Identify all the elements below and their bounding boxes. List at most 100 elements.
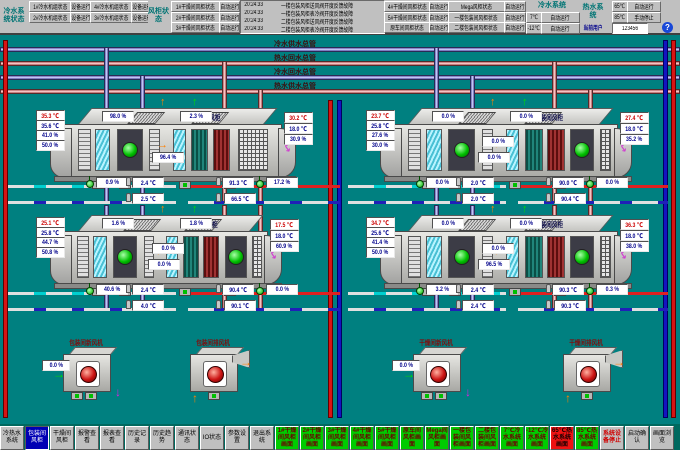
fan-unit-body [63, 354, 111, 392]
ahu-mid-value: 0.0 % [148, 259, 180, 270]
hw-run [188, 292, 340, 295]
toolbar-button-25[interactable]: 系统设备停止 [600, 426, 624, 450]
fresh-air-in-arrow-icon: → [53, 368, 65, 380]
ahu-right-value: 18.0 ℃ [620, 123, 649, 134]
ahu-mid-value: 0.0 % [478, 152, 510, 163]
fan-status-name: 1#干燥间风柜状态 [171, 1, 220, 12]
ahu-run-button[interactable]: 自动运行 [429, 1, 449, 12]
ahu-body[interactable]: ↩ [394, 124, 618, 178]
chiller-status-name: 1#冷水机组状态 [29, 1, 71, 12]
riser-pipe [337, 100, 342, 418]
fan-running-indicator [117, 249, 133, 265]
toolbar-button-19[interactable]: 一楼包装间风柜画面 [450, 426, 474, 450]
fan-running-indicator [122, 142, 138, 158]
chw-value: 2.0 ℃ [462, 177, 494, 188]
ahu-section-louver [408, 236, 421, 278]
toolbar-button-26[interactable]: 启动确认 [625, 426, 649, 450]
chiller-run-button[interactable]: 设备运行 [70, 1, 91, 12]
temp-sensor-icon [546, 177, 551, 186]
hw-return-run [518, 201, 668, 204]
ahu-run-button[interactable]: 自动运行 [504, 22, 526, 33]
toolbar-button-20[interactable]: 二楼包装间风柜画面 [475, 426, 499, 450]
cold-run-button[interactable]: 自动运行 [541, 12, 580, 23]
ahu-left-value: 50.0 % [366, 247, 395, 258]
cold-setpoint[interactable]: 7℃ [526, 12, 542, 23]
hot-system-label: 热水系统 [580, 1, 606, 22]
hot-setpoint[interactable]: 65℃ [612, 1, 628, 12]
toolbar-button-3[interactable]: 干燥间风柜 [50, 426, 74, 450]
ahu-section-filter [426, 236, 442, 278]
toolbar-button-9[interactable]: IO状态 [200, 426, 224, 450]
ahu-run-button[interactable]: 自动运行 [429, 22, 449, 33]
fan-run-button[interactable]: 自动运行 [219, 22, 240, 33]
ahu-status-name: 4#干燥间风柜状态 [384, 1, 430, 12]
ahu-section-filter [173, 129, 186, 171]
ahu-body[interactable]: ↩ [394, 231, 618, 285]
valve-icon [86, 176, 93, 188]
ahu-run-button[interactable]: 自动运行 [429, 12, 449, 23]
valve-icon [256, 176, 263, 188]
ahu-status-name: 一楼包装间风柜状态 [448, 12, 505, 23]
chiller-run-button[interactable]: 设备运行 [70, 12, 91, 23]
current-user-value[interactable]: 123456 [612, 23, 648, 34]
ahu-section-filter [93, 236, 107, 278]
ahu-mid-value: 0.0 % [482, 136, 514, 147]
fan-unit-label: 干燥间新风机 [401, 338, 471, 346]
toolbar-button-24[interactable]: 85℃热水系统画面 [575, 426, 599, 450]
temp-sensor-icon [456, 177, 461, 186]
alarm-time: 20:24:33 [242, 2, 272, 8]
toolbar-button-22[interactable]: -12℃冷水系统画面 [525, 426, 549, 450]
toolbar-button-15[interactable]: 4#干燥间风柜画面 [350, 426, 374, 450]
fan-run-button[interactable]: 自动运行 [219, 1, 240, 12]
toolbar-button-1[interactable]: 冷热水系统 [0, 426, 24, 450]
hw-value: 90.3 ℃ [554, 300, 586, 311]
toolbar-button-12[interactable]: 1#干燥间风柜画面 [275, 426, 299, 450]
ahu-section-grid [600, 236, 611, 278]
toolbar-button-5[interactable]: 报表查看 [100, 426, 124, 450]
riser-pipe [328, 100, 333, 418]
fan-slot [426, 361, 450, 387]
toolbar-button-4[interactable]: 报警查看 [75, 426, 99, 450]
toolbar-button-7[interactable]: 历史趋势 [150, 426, 174, 450]
toolbar-button-13[interactable]: 2#干燥间风柜画面 [300, 426, 324, 450]
ahu-top-value: 1.6 % [102, 218, 134, 229]
hw-return-run [188, 308, 340, 311]
hw-value: 90.1 ℃ [224, 300, 256, 311]
toolbar-button-6[interactable]: 历史记录 [125, 426, 149, 450]
toolbar-button-17[interactable]: 原车间风柜画面 [400, 426, 424, 450]
toolbar-button-23[interactable]: 65℃热水系统画面 [550, 426, 574, 450]
damper-actuator-icon [85, 392, 97, 400]
supply-fan-icon [570, 129, 594, 171]
ahu-left-value: 50.8 % [36, 247, 65, 258]
ahu-body[interactable]: ↩ [64, 124, 282, 178]
hot-setpoint[interactable]: 85℃ [612, 12, 628, 23]
cold-run-button[interactable]: 自动运行 [541, 23, 580, 34]
toolbar-button-8[interactable]: 通讯状态 [175, 426, 199, 450]
toolbar-button-14[interactable]: 3#干燥间风柜画面 [325, 426, 349, 450]
hot-run-button[interactable]: 自动运行 [627, 1, 661, 12]
toolbar-button-2[interactable]: 包装间风柜 [25, 426, 49, 450]
bottom-toolbar: 冷热水系统包装间风柜干燥间风柜报警查看报表查看历史记录历史趋势通讯状态IO状态参… [0, 424, 680, 450]
toolbar-button-21[interactable]: 7℃冷水系统画面 [500, 426, 524, 450]
valve-icon [86, 283, 93, 295]
help-button[interactable]: ? [662, 22, 673, 33]
down-arrow-icon: ↓ [115, 386, 121, 398]
toolbar-button-16[interactable]: 5#干燥间风柜画面 [375, 426, 399, 450]
hw-value: 17.2 % [266, 177, 298, 188]
alarm-row[interactable]: 20:24:33二楼包装风柜表冷阀开度反馈故障 [242, 25, 382, 33]
toolbar-button-27[interactable]: 画面浏览 [650, 426, 674, 450]
hot-run-button[interactable]: 手动停止 [627, 12, 661, 23]
toolbar-button-10[interactable]: 参数设置 [225, 426, 249, 450]
ahu-run-button[interactable]: 自动运行 [504, 1, 526, 12]
temp-sensor-icon [126, 284, 131, 293]
ahu-body[interactable]: ↩ [64, 231, 268, 285]
damper-actuator-icon [179, 288, 191, 296]
toolbar-button-11[interactable]: 退出系统 [250, 426, 274, 450]
valve-icon [256, 283, 263, 295]
cold-setpoint[interactable]: -12℃ [526, 23, 542, 34]
fan-run-button[interactable]: 自动运行 [219, 12, 240, 23]
ahu-section-coil-heat [203, 236, 219, 278]
fresh-air-arrow-icon: ↑ [522, 97, 528, 108]
toolbar-button-18[interactable]: Mega间风柜画面 [425, 426, 449, 450]
ahu-run-button[interactable]: 自动运行 [504, 12, 526, 23]
